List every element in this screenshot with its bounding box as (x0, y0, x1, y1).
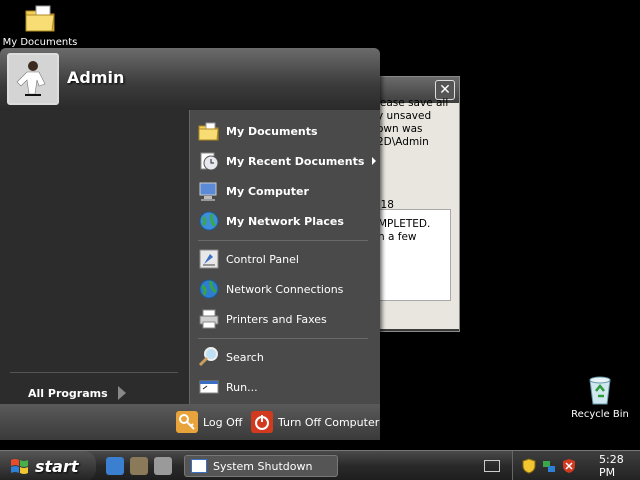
start-menu: Admin All Programs My Documents My Recen… (0, 48, 380, 440)
menu-item-label: My Documents (226, 124, 318, 138)
task-button-label: System Shutdown (213, 459, 313, 473)
keyboard-icon[interactable] (484, 460, 500, 472)
internet-explorer-icon[interactable] (106, 457, 124, 475)
menu-item-label: My Network Places (226, 214, 344, 228)
menu-item-network-connections[interactable]: Network Connections (198, 276, 378, 302)
dialog-message: lease save all y unsaved own was 2D\Admi… (377, 97, 449, 148)
media-player-icon[interactable] (130, 457, 148, 475)
windows-flag-icon (10, 457, 30, 475)
avatar[interactable] (7, 53, 59, 105)
window-icon (191, 459, 207, 473)
menu-item-search[interactable]: Search (198, 344, 378, 370)
recent-documents-icon (198, 150, 220, 172)
all-programs-button[interactable]: All Programs (28, 382, 178, 404)
desktop: My Documents Recycle Bin ✕ lease save al… (0, 0, 640, 450)
menu-item-label: Run... (226, 380, 258, 394)
quick-launch (106, 457, 172, 475)
menu-item-printers-and-faxes[interactable]: Printers and Faxes (198, 306, 378, 332)
start-menu-header: Admin (0, 48, 380, 110)
run-icon (198, 376, 220, 398)
dialog-status-box: MPLETED. n a few (373, 209, 451, 301)
menu-item-my-network-places[interactable]: My Network Places (198, 208, 378, 234)
arrow-right-icon (117, 386, 126, 400)
pinned-programs-column: All Programs (0, 110, 189, 404)
menu-item-label: My Computer (226, 184, 309, 198)
username: Admin (67, 68, 125, 87)
desktop-icon-label: Recycle Bin (571, 409, 629, 420)
turn-off-label: Turn Off Computer (278, 415, 380, 429)
power-icon (251, 411, 273, 433)
task-button-system-shutdown[interactable]: System Shutdown (184, 455, 338, 477)
menu-item-my-recent-documents[interactable]: My Recent Documents (198, 148, 378, 174)
start-button[interactable]: start (0, 451, 96, 480)
alert-shield-icon[interactable] (561, 458, 577, 474)
security-shield-icon[interactable] (521, 458, 537, 474)
network-connections-icon (198, 278, 220, 300)
menu-item-control-panel[interactable]: Control Panel (198, 246, 378, 272)
taskbar: start System Shutdown 5:28 PM (0, 450, 640, 480)
divider (198, 338, 368, 339)
start-label: start (35, 456, 79, 476)
all-programs-label: All Programs (28, 386, 108, 400)
menu-item-label: Printers and Faxes (226, 312, 327, 326)
movie-maker-icon[interactable] (154, 457, 172, 475)
computer-icon (198, 180, 220, 202)
menu-item-label: Network Connections (226, 282, 344, 296)
folder-documents-icon (24, 2, 56, 34)
recycle-bin-icon (584, 374, 616, 406)
log-off-label: Log Off (203, 415, 243, 429)
clock[interactable]: 5:28 PM (599, 453, 640, 479)
desktop-icon-label: My Documents (2, 37, 78, 48)
search-icon (198, 346, 220, 368)
key-icon (176, 411, 198, 433)
menu-item-label: Control Panel (226, 252, 299, 266)
folder-documents-icon (198, 120, 220, 142)
desktop-icon-recycle-bin[interactable]: Recycle Bin (560, 374, 640, 420)
places-column: My Documents My Recent Documents My Comp… (189, 110, 380, 404)
menu-item-label: Search (226, 350, 264, 364)
divider (198, 240, 368, 241)
printer-icon (198, 308, 220, 330)
system-tray: 5:28 PM (512, 451, 640, 480)
divider (10, 372, 178, 373)
menu-item-my-computer[interactable]: My Computer (198, 178, 378, 204)
close-icon: ✕ (439, 82, 451, 98)
dialog-status-text: MPLETED. n a few (378, 218, 431, 243)
menu-item-label: My Recent Documents (226, 154, 365, 168)
turn-off-computer-button[interactable]: Turn Off Computer (251, 410, 379, 434)
control-panel-icon (198, 248, 220, 270)
desktop-icon-my-documents[interactable]: My Documents (0, 2, 80, 48)
menu-item-my-documents[interactable]: My Documents (198, 118, 378, 144)
arrow-right-icon (372, 157, 377, 165)
menu-item-run[interactable]: Run... (198, 374, 378, 400)
start-menu-footer: Log Off Turn Off Computer (0, 404, 380, 440)
network-places-icon (198, 210, 220, 232)
network-tray-icon[interactable] (541, 458, 557, 474)
log-off-button[interactable]: Log Off (176, 410, 242, 434)
